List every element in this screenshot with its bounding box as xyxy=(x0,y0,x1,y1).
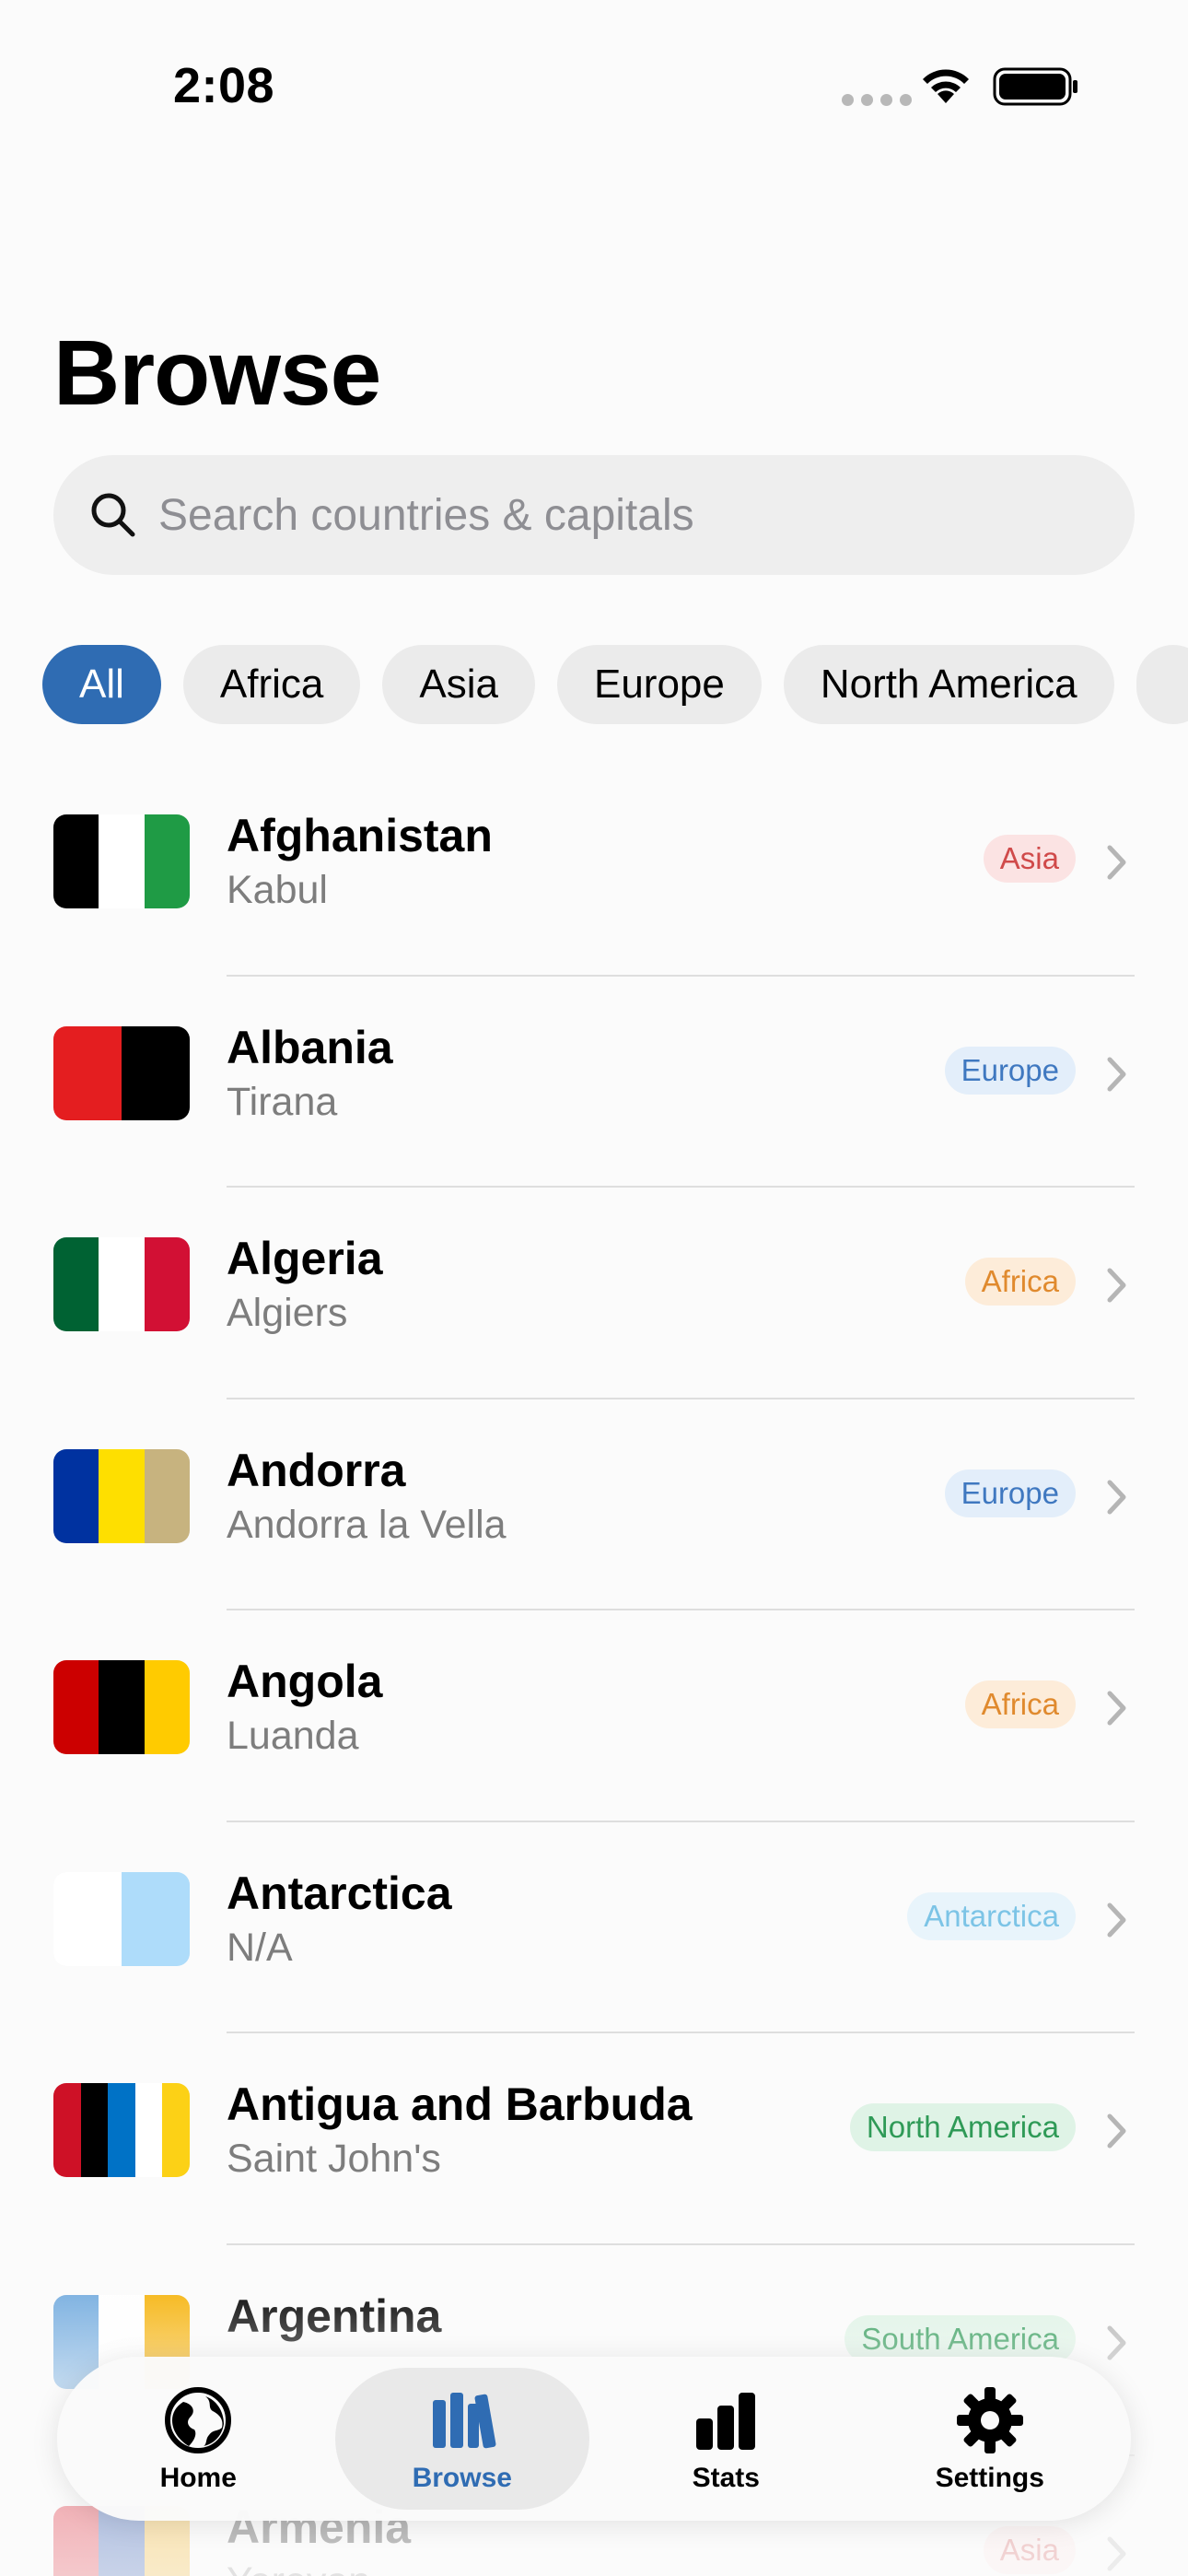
status-bar: 2:08 xyxy=(0,0,1188,175)
region-badge: Asia xyxy=(983,2526,1076,2574)
bar-chart-icon xyxy=(696,2393,756,2450)
country-row-andorra[interactable]: Andorra Andorra la Vella Europe xyxy=(0,1399,1188,1610)
filter-chip-africa[interactable]: Africa xyxy=(182,645,361,724)
tab-label: Stats xyxy=(692,2463,760,2493)
capital-name: Tirana xyxy=(227,1079,338,1124)
country-name: Argentina xyxy=(227,2289,442,2342)
country-name: Antigua and Barbuda xyxy=(227,2078,693,2130)
books-icon xyxy=(432,2393,496,2449)
chevron-right-icon xyxy=(1107,1480,1126,1514)
country-name: Andorra xyxy=(227,1444,406,1496)
capital-name: Andorra la Vella xyxy=(227,1502,507,1547)
wifi-icon xyxy=(923,69,969,103)
country-row-angola[interactable]: Angola Luanda Africa xyxy=(0,1610,1188,1822)
country-list: Afghanistan Kabul Asia Albania Tirana Europe A… xyxy=(0,765,1188,2576)
tab-settings[interactable]: Settings xyxy=(863,2368,1117,2510)
chevron-right-icon xyxy=(1107,1057,1126,1091)
region-filter-row: All Africa Asia Europe North America xyxy=(42,645,1188,728)
country-row-albania[interactable]: Albania Tirana Europe xyxy=(0,977,1188,1188)
region-badge: North America xyxy=(849,2103,1076,2151)
country-name: Algeria xyxy=(227,1233,383,1284)
globe-icon xyxy=(165,2387,232,2453)
country-name: Afghanistan xyxy=(227,810,493,861)
flag-icon xyxy=(53,1025,190,1120)
chevron-right-icon xyxy=(1107,2113,1126,2149)
search-icon xyxy=(91,493,135,537)
country-name: Albania xyxy=(227,1021,393,1073)
capital-name: Kabul xyxy=(227,868,328,912)
chevron-right-icon xyxy=(1107,1268,1126,1303)
tab-label: Settings xyxy=(935,2463,1044,2493)
search-bar[interactable] xyxy=(53,455,1135,575)
capital-name: Saint John's xyxy=(227,2137,441,2181)
tab-label: Home xyxy=(159,2463,237,2493)
status-time: 2:08 xyxy=(173,58,275,113)
region-badge: South America xyxy=(844,2314,1076,2363)
tab-bar: Home Browse Stats Settings xyxy=(57,2357,1131,2521)
capital-name: N/A xyxy=(227,1925,293,1970)
country-name: Antarctica xyxy=(227,1867,452,1919)
country-row-algeria[interactable]: Algeria Algiers Africa xyxy=(0,1188,1188,1399)
region-badge: Antarctica xyxy=(907,1891,1076,1940)
flag-icon xyxy=(53,814,190,908)
region-badge: Africa xyxy=(964,1680,1076,1728)
country-name: Angola xyxy=(227,1656,383,1707)
tab-browse[interactable]: Browse xyxy=(334,2368,589,2510)
flag-icon xyxy=(53,1448,190,1543)
flag-icon xyxy=(53,2083,190,2177)
flag-icon xyxy=(53,1660,190,1754)
filter-chip-all[interactable]: All xyxy=(42,645,161,724)
filter-chip-more[interactable] xyxy=(1136,645,1188,724)
capital-name: Algiers xyxy=(227,1291,348,1335)
chevron-right-icon xyxy=(1107,2325,1126,2359)
chevron-right-icon xyxy=(1107,845,1126,880)
capital-name: Luanda xyxy=(227,1714,359,1758)
capital-name: Yerevan xyxy=(227,2559,370,2576)
country-row-antigua-and-barbuda[interactable]: Antigua and Barbuda Saint John's North Ame… xyxy=(0,2033,1188,2245)
flag-icon xyxy=(53,1871,190,1966)
filter-chip-europe[interactable]: Europe xyxy=(556,645,762,724)
gear-icon xyxy=(956,2387,1023,2453)
chevron-right-icon xyxy=(1107,2536,1126,2571)
region-badge: Europe xyxy=(944,1469,1076,1517)
cellular-signal-icon xyxy=(842,94,912,106)
chevron-right-icon xyxy=(1107,1691,1126,1726)
region-badge: Africa xyxy=(964,1258,1076,1306)
chevron-right-icon xyxy=(1107,1903,1126,1937)
filter-chip-asia[interactable]: Asia xyxy=(382,645,535,724)
filter-chip-north-america[interactable]: North America xyxy=(783,645,1114,724)
region-badge: Asia xyxy=(983,835,1076,883)
tab-home[interactable]: Home xyxy=(71,2368,325,2510)
region-badge: Europe xyxy=(944,1046,1076,1095)
flag-icon xyxy=(53,1237,190,1331)
page-title: Browse xyxy=(53,322,381,425)
tab-stats[interactable]: Stats xyxy=(599,2368,853,2510)
country-row-antarctica[interactable]: Antarctica N/A Antarctica xyxy=(0,1822,1188,2033)
search-input[interactable] xyxy=(158,489,1079,541)
tab-label: Browse xyxy=(412,2463,512,2493)
country-row-afghanistan[interactable]: Afghanistan Kabul Asia xyxy=(0,765,1188,977)
battery-icon xyxy=(993,67,1077,106)
